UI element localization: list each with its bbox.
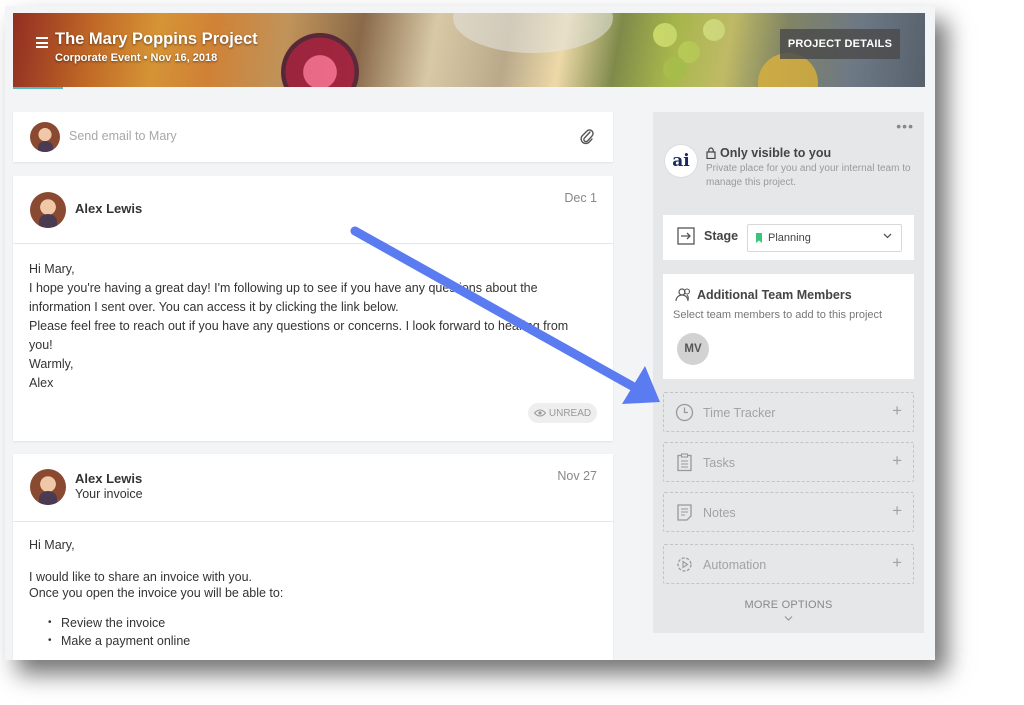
stage-label: Stage [704, 229, 739, 243]
team-members-description: Select team members to add to this proje… [673, 309, 883, 321]
sender-avatar [30, 469, 66, 505]
notes-icon [677, 504, 692, 521]
email-body-line: Warmly, [29, 357, 74, 371]
automation-tool[interactable]: Automation + [663, 544, 914, 584]
stage-dropdown[interactable]: Planning [747, 224, 902, 252]
paperclip-icon[interactable] [580, 127, 594, 145]
clock-icon [675, 403, 694, 422]
email-body-line: I would like to share an invoice with yo… [29, 570, 253, 584]
email-subject: Your invoice [75, 487, 143, 501]
email-date: Nov 27 [557, 469, 597, 483]
chevron-down-icon [883, 233, 892, 239]
project-header-banner: The Mary Poppins Project Corporate Event… [13, 13, 925, 87]
email-body-line: Please feel free to reach out if you hav… [29, 319, 569, 333]
send-email-input[interactable]: Send email to Mary [69, 129, 177, 143]
add-tasks-icon[interactable]: + [892, 451, 902, 471]
team-members-card: Additional Team Members Select team memb… [663, 274, 914, 379]
email-body-line: you! [29, 338, 53, 352]
private-section-title-text: Only visible to you [720, 146, 832, 160]
add-notes-icon[interactable]: + [892, 501, 902, 521]
time-tracker-label: Time Tracker [703, 406, 776, 420]
notes-tool[interactable]: Notes + [663, 492, 914, 532]
email-body-line: Alex [29, 376, 54, 390]
tasks-tool[interactable]: Tasks + [663, 442, 914, 482]
time-tracker-tool[interactable]: Time Tracker + [663, 392, 914, 432]
notes-label: Notes [703, 506, 736, 520]
private-section-description: Private place for you and your internal … [706, 163, 911, 188]
hamburger-menu-icon[interactable] [36, 37, 48, 48]
unread-label: UNREAD [548, 407, 592, 419]
more-options-dots-icon[interactable]: ••• [896, 119, 914, 133]
list-item: Review the invoice [48, 616, 165, 630]
user-avatar [30, 122, 60, 152]
project-sidebar: ••• ai Only visible to you Private place… [653, 112, 924, 633]
email-body-line: Once you open the invoice you will be ab… [29, 586, 284, 600]
stage-value: Planning [768, 232, 811, 244]
compose-email-bar[interactable]: Send email to Mary [13, 112, 613, 162]
email-card[interactable]: Alex Lewis Your invoice Nov 27 Hi Mary, … [13, 454, 613, 660]
email-body-line: I hope you're having a great day! I'm fo… [29, 281, 538, 295]
private-section-title: Only visible to you [706, 146, 831, 160]
stage-card: Stage Planning [663, 215, 914, 260]
email-sender: Alex Lewis [75, 201, 143, 216]
app-screenshot: The Mary Poppins Project Corporate Event… [5, 6, 935, 660]
project-subtitle: Corporate Event • Nov 16, 2018 [55, 52, 218, 64]
email-card[interactable]: Alex Lewis Dec 1 Hi Mary, I hope you're … [13, 176, 613, 441]
add-automation-icon[interactable]: + [892, 553, 902, 573]
automation-label: Automation [703, 558, 767, 572]
list-item: Make a payment online [48, 634, 190, 648]
email-sender: Alex Lewis [75, 471, 143, 486]
team-members-icon [675, 288, 691, 302]
company-logo: ai [665, 145, 697, 177]
email-date: Dec 1 [564, 191, 597, 205]
stage-icon [677, 227, 695, 245]
lock-icon [706, 147, 716, 159]
email-body-line: information I sent over. You can access … [29, 300, 399, 314]
more-options-link[interactable]: MORE OPTIONS [653, 599, 924, 611]
project-title: The Mary Poppins Project [55, 30, 258, 48]
unread-status-badge: UNREAD [528, 403, 597, 423]
clipboard-icon [677, 453, 692, 472]
sender-avatar [30, 192, 66, 228]
active-tab-indicator [13, 87, 63, 89]
email-body-line: Hi Mary, [29, 538, 75, 552]
flag-icon [756, 233, 762, 243]
email-divider [13, 521, 613, 522]
gear-play-icon [677, 557, 692, 572]
chevron-down-icon[interactable] [784, 615, 793, 622]
tasks-label: Tasks [703, 456, 735, 470]
team-members-title: Additional Team Members [697, 288, 852, 302]
team-member-avatar[interactable]: MV [677, 333, 709, 365]
eye-icon [533, 409, 546, 417]
email-body-line: Hi Mary, [29, 262, 75, 276]
add-time-tracker-icon[interactable]: + [892, 401, 902, 421]
project-details-button[interactable]: PROJECT DETAILS [780, 29, 900, 59]
email-divider [13, 243, 613, 244]
